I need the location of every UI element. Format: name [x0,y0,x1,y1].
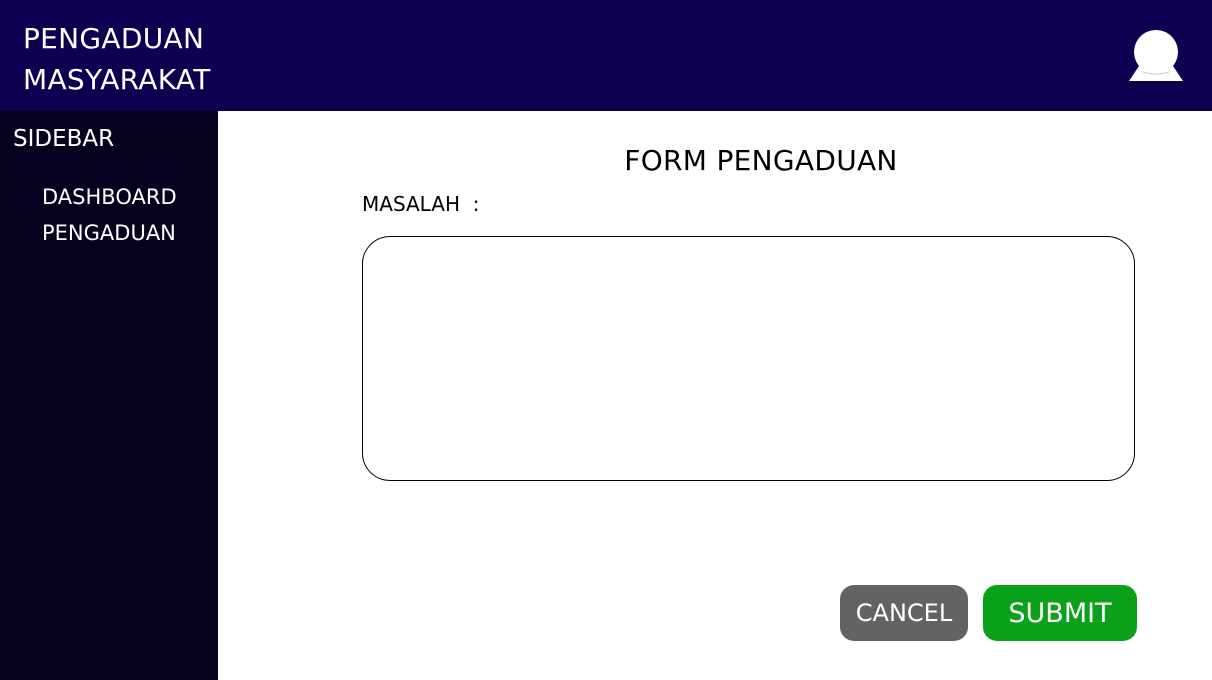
user-avatar-icon[interactable] [1126,28,1186,84]
masalah-label: MASALAH : [362,192,480,216]
cancel-button[interactable]: CANCEL [840,585,968,641]
masalah-textarea[interactable] [362,236,1135,481]
sidebar-title: SIDEBAR [13,126,115,152]
sidebar: SIDEBAR DASHBOARD PENGADUAN [0,111,218,680]
sidebar-item-pengaduan[interactable]: PENGADUAN [42,219,176,247]
app-title: PENGADUAN MASYARAKAT [23,22,211,96]
top-header: PENGADUAN MASYARAKAT [0,0,1212,111]
main-content: FORM PENGADUAN MASALAH : CANCEL SUBMIT [218,111,1212,680]
sidebar-item-dashboard[interactable]: DASHBOARD [42,183,177,211]
submit-button[interactable]: SUBMIT [983,585,1137,641]
form-title: FORM PENGADUAN [624,144,898,177]
